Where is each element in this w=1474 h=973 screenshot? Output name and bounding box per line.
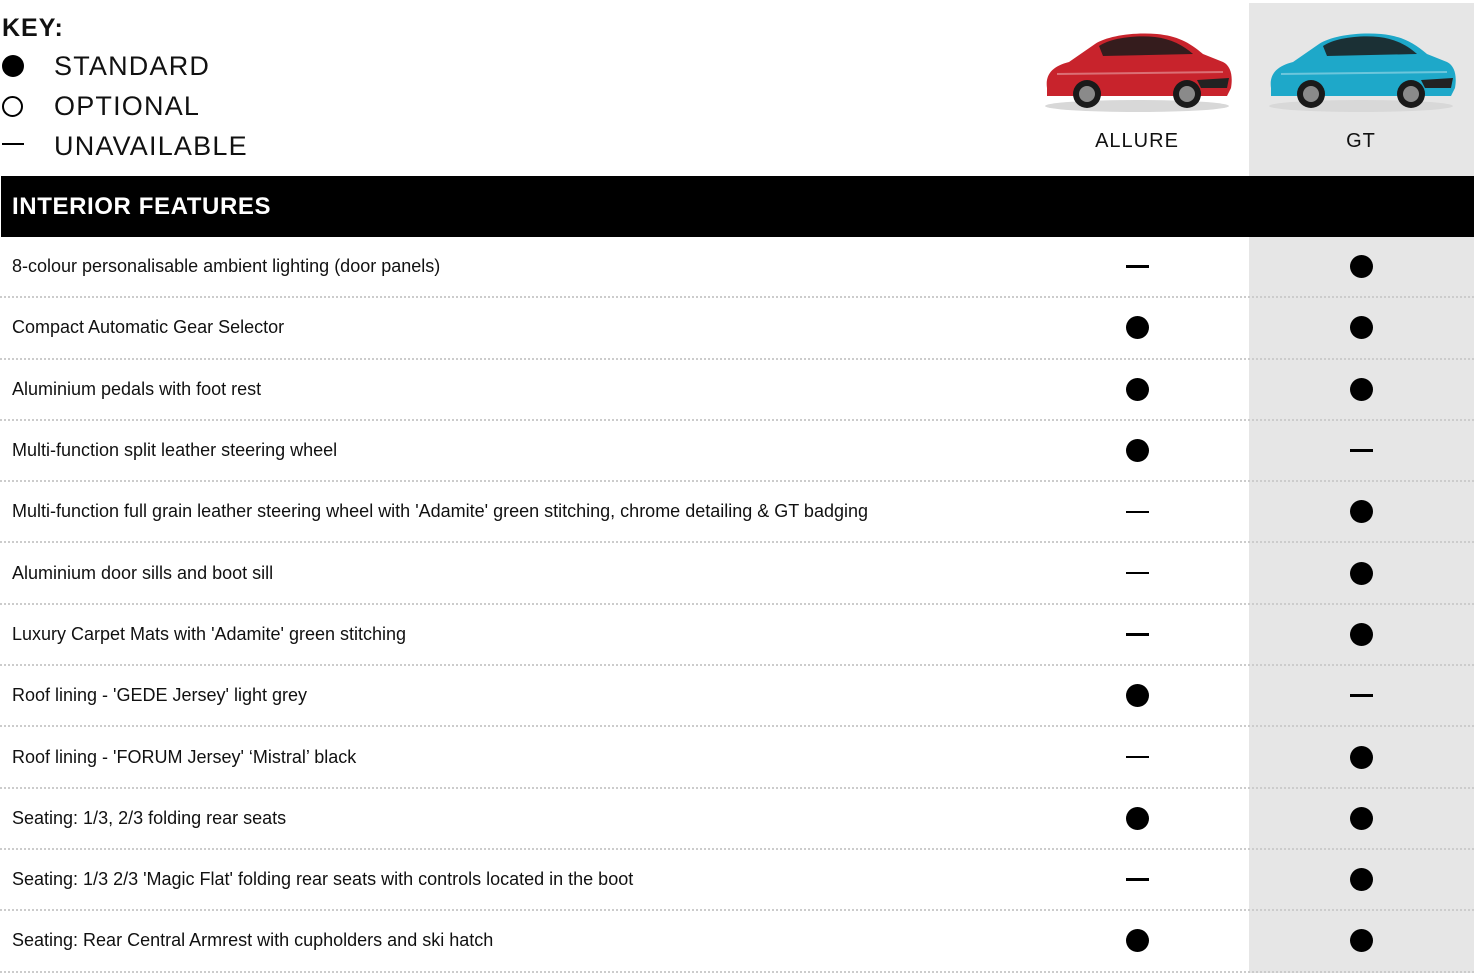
dash-icon (1125, 510, 1149, 514)
filled-circle-icon (1125, 377, 1149, 401)
table-row: Aluminium pedals with foot rest (0, 360, 1474, 421)
dash-icon (2, 142, 24, 146)
filled-circle-icon (1349, 868, 1373, 892)
filled-circle-icon (1349, 806, 1373, 830)
allure-car-image (1045, 33, 1232, 112)
filled-circle-icon (1349, 377, 1373, 401)
allure-availability (1025, 727, 1249, 786)
allure-availability (1025, 666, 1249, 725)
feature-label: Luxury Carpet Mats with 'Adamite' green … (12, 623, 407, 644)
key-item-optional: OPTIONAL (2, 86, 248, 126)
model-allure: ALLURE (1025, 18, 1249, 152)
gt-availability (1249, 543, 1473, 602)
feature-label: Roof lining - 'FORUM Jersey' ‘Mistral’ b… (12, 746, 357, 767)
gt-availability (1249, 911, 1473, 970)
key-item-unavailable: UNAVAILABLE (2, 126, 248, 166)
feature-label: Multi-function full grain leather steeri… (12, 501, 868, 522)
filled-circle-icon (1349, 622, 1373, 646)
table-row: Aluminium door sills and boot sill (0, 543, 1474, 605)
filled-circle-icon (1125, 684, 1149, 708)
table-row: Roof lining - 'FORUM Jersey' ‘Mistral’ b… (0, 727, 1474, 789)
feature-label: Aluminium door sills and boot sill (12, 562, 274, 583)
gt-availability (1249, 789, 1473, 848)
feature-label: Aluminium pedals with foot rest (12, 378, 262, 399)
section-title: INTERIOR FEATURES (12, 193, 272, 220)
feature-label: Seating: 1/3 2/3 'Magic Flat' folding re… (12, 869, 634, 890)
open-circle-icon (2, 95, 23, 117)
filled-circle-icon (1125, 316, 1149, 340)
allure-availability (1025, 543, 1249, 602)
table-row: Multi-function split leather steering wh… (0, 421, 1474, 483)
filled-circle-icon (2, 55, 24, 77)
table-row: Roof lining - 'GEDE Jersey' light grey (0, 666, 1474, 728)
dash-icon (1125, 265, 1149, 268)
allure-availability (1025, 421, 1249, 480)
key-item-standard: STANDARD (2, 46, 248, 86)
gt-availability (1249, 666, 1473, 725)
dash-icon (1125, 755, 1149, 759)
feature-label: Multi-function split leather steering wh… (12, 440, 338, 461)
feature-label: Roof lining - 'GEDE Jersey' light grey (12, 685, 307, 706)
key-legend: KEY: STANDARD OPTIONAL UNAVAILABLE (2, 10, 248, 166)
gt-availability (1249, 482, 1473, 541)
feature-label: Seating: 1/3, 2/3 folding rear seats (12, 807, 287, 828)
filled-circle-icon (1125, 439, 1149, 463)
dash-icon (1125, 878, 1149, 881)
gt-car-image (1269, 33, 1456, 112)
model-name-allure: ALLURE (1095, 130, 1179, 152)
dash-icon (1125, 571, 1149, 575)
allure-availability (1025, 850, 1249, 909)
key-label: UNAVAILABLE (54, 130, 248, 161)
gt-availability (1249, 298, 1473, 357)
dash-icon (1125, 633, 1149, 636)
filled-circle-icon (1125, 806, 1149, 830)
feature-label: Compact Automatic Gear Selector (12, 317, 285, 338)
gt-availability (1249, 360, 1473, 419)
table-row: Seating: Rear Central Armrest with cupho… (0, 911, 1474, 973)
table-row: Multi-function full grain leather steeri… (0, 482, 1474, 544)
table-row: Luxury Carpet Mats with 'Adamite' green … (0, 605, 1474, 667)
table-row: 8-colour personalisable ambient lighting… (0, 237, 1474, 299)
gt-availability (1249, 727, 1473, 786)
model-name-gt: GT (1346, 130, 1376, 152)
allure-availability (1025, 482, 1249, 541)
table-row: Seating: 1/3, 2/3 folding rear seats (0, 789, 1474, 850)
model-gt: GT (1249, 18, 1473, 152)
filled-circle-icon (1349, 316, 1373, 340)
feature-label: 8-colour personalisable ambient lighting… (12, 256, 441, 277)
feature-table: 8-colour personalisable ambient lighting… (0, 237, 1474, 973)
key-title: KEY: (2, 14, 64, 42)
dash-icon (1349, 694, 1373, 697)
filled-circle-icon (1349, 255, 1373, 279)
gt-availability (1249, 605, 1473, 664)
gt-availability (1249, 421, 1473, 480)
dash-icon (1349, 449, 1373, 452)
feature-label: Seating: Rear Central Armrest with cupho… (12, 930, 494, 951)
gt-availability (1249, 850, 1473, 909)
key-label: OPTIONAL (54, 90, 201, 121)
key-label: STANDARD (54, 50, 211, 81)
allure-availability (1025, 911, 1249, 970)
allure-availability (1025, 360, 1249, 419)
filled-circle-icon (1349, 929, 1373, 953)
allure-availability (1025, 298, 1249, 357)
filled-circle-icon (1349, 745, 1373, 769)
filled-circle-icon (1349, 561, 1373, 585)
allure-availability (1025, 605, 1249, 664)
section-header: INTERIOR FEATURES (1, 176, 1474, 237)
table-row: Seating: 1/3 2/3 'Magic Flat' folding re… (0, 850, 1474, 912)
filled-circle-icon (1349, 500, 1373, 524)
gt-availability (1249, 237, 1473, 296)
allure-availability (1025, 789, 1249, 848)
allure-availability (1025, 237, 1249, 296)
table-row: Compact Automatic Gear Selector (0, 298, 1474, 360)
filled-circle-icon (1125, 929, 1149, 953)
